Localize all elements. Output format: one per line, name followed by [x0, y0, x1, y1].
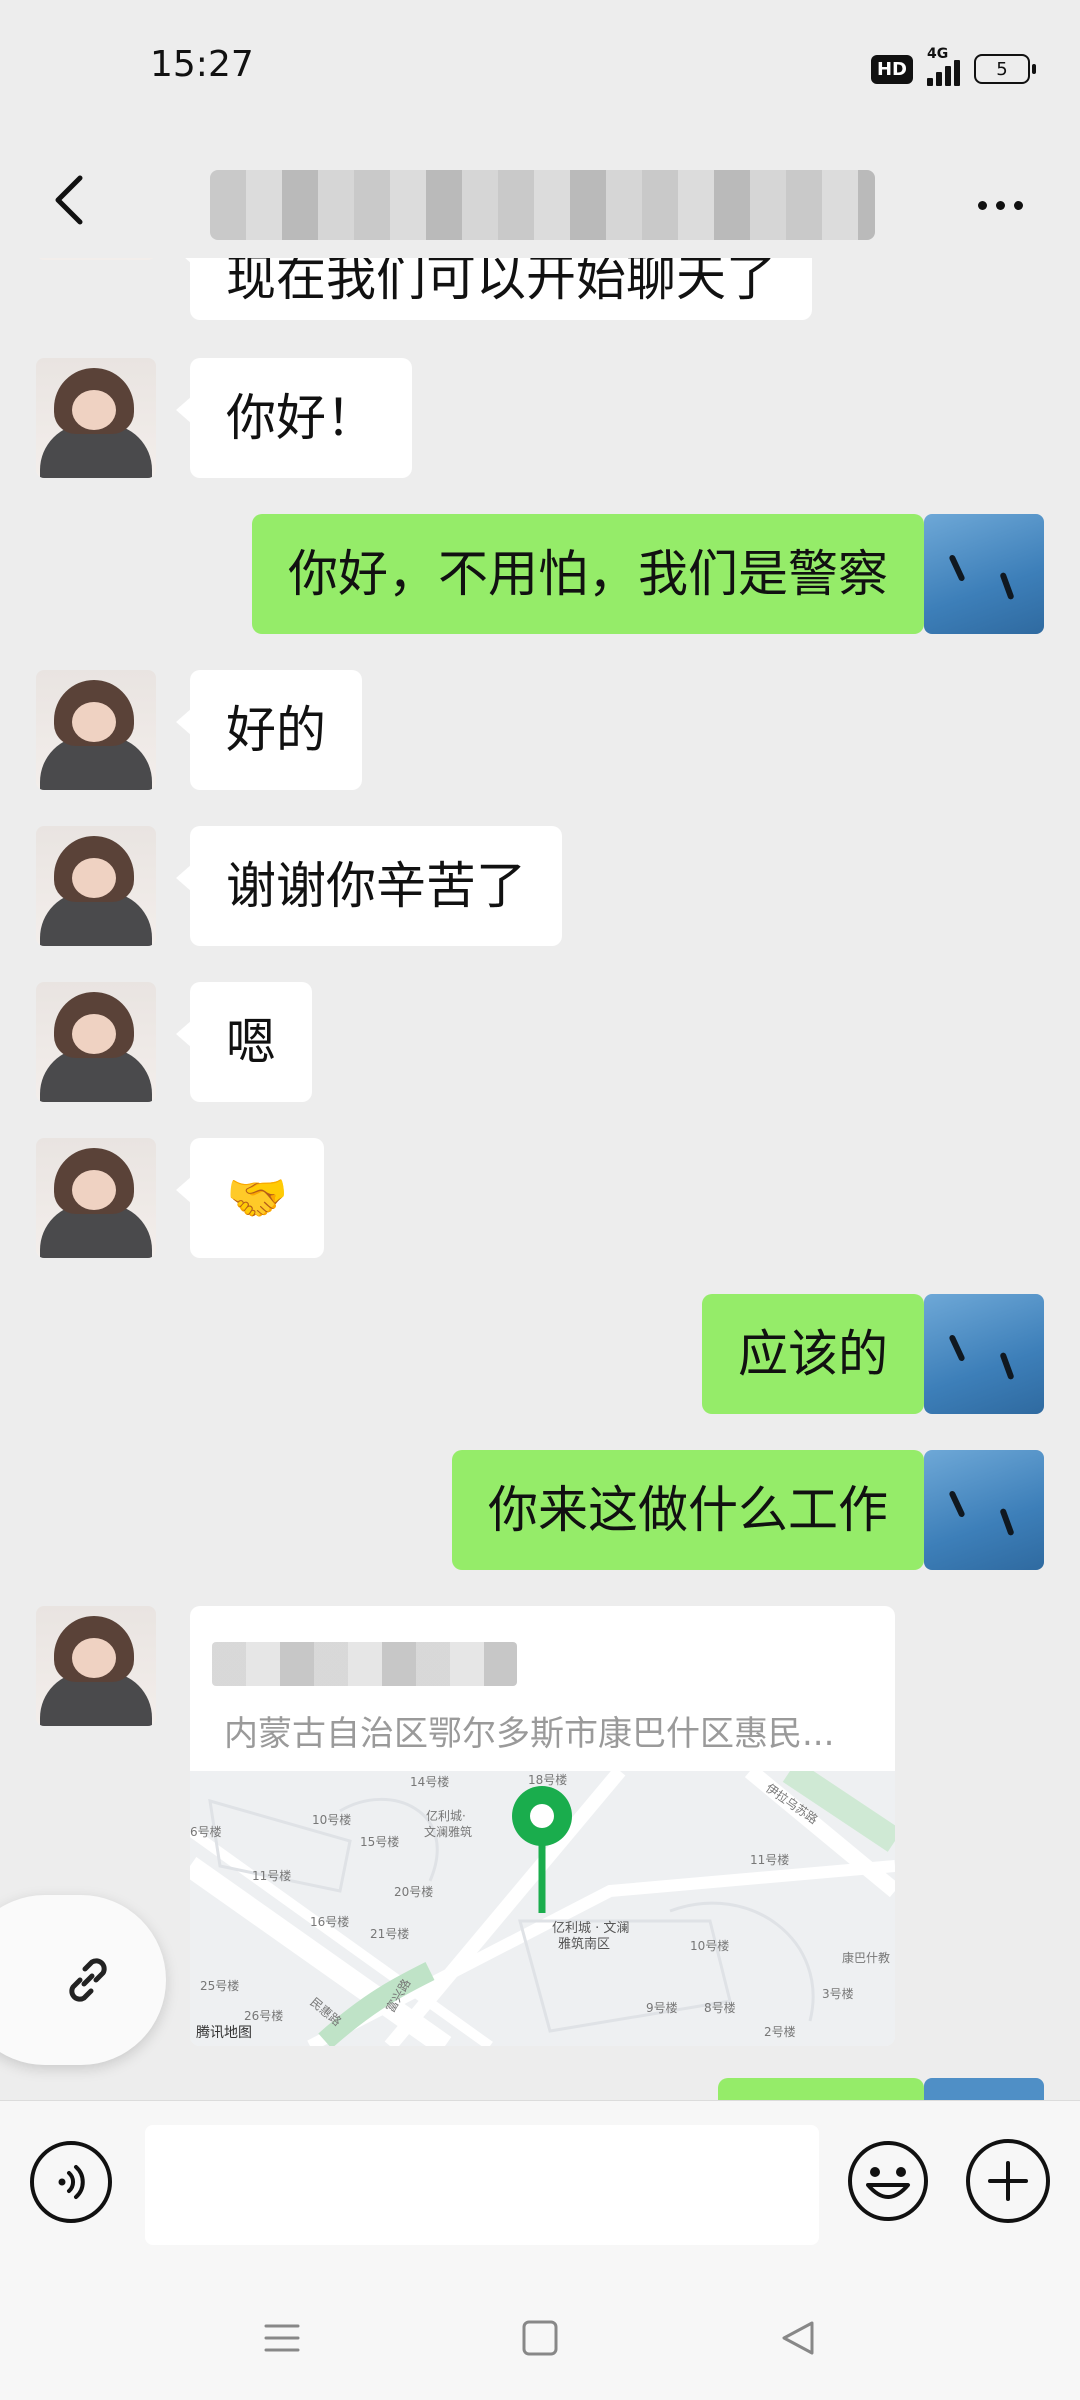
map-label: 15号楼 [360, 1835, 400, 1849]
battery-level: 5 [996, 58, 1008, 80]
map-label: 18号楼 [528, 1773, 568, 1787]
location-address: 内蒙古自治区鄂尔多斯市康巴什区惠民... [224, 1714, 835, 1754]
message-bubble-outgoing-partial[interactable] [718, 2078, 924, 2100]
location-name-redacted [212, 1642, 517, 1686]
emoji-button[interactable] [846, 2139, 930, 2223]
map-label: 6号楼 [190, 1825, 222, 1839]
message-bubble-incoming[interactable]: 谢谢你辛苦了 [176, 826, 562, 946]
status-bar: 15:27 HD 4G 5 [0, 0, 1080, 140]
link-icon [69, 1958, 107, 2002]
map-label: 3号楼 [822, 1987, 854, 2001]
status-icons: HD 4G 5 [870, 46, 1036, 86]
more-functions-button[interactable] [966, 2139, 1050, 2223]
chevron-left-icon [55, 175, 83, 225]
signal-icon: 4G [927, 46, 960, 86]
message-bubble-incoming[interactable]: 嗯 [176, 982, 312, 1102]
emoji-icon [848, 2141, 928, 2221]
message-bubble-outgoing[interactable]: 你好，不用怕，我们是警察 [252, 514, 938, 634]
contact-avatar[interactable] [36, 1606, 156, 1726]
status-time: 15:27 [150, 44, 254, 85]
menu-icon [264, 2324, 300, 2352]
system-home-button[interactable] [510, 2310, 570, 2366]
location-message-card[interactable]: 内蒙古自治区鄂尔多斯市康巴什区惠民... 14号楼 18号楼 10号楼 亿利城·… [190, 1606, 895, 2046]
contact-avatar[interactable] [36, 358, 156, 478]
message-bubble-incoming[interactable]: 好的 [176, 670, 362, 790]
back-button[interactable] [30, 160, 110, 240]
map-label: 20号楼 [394, 1885, 434, 1899]
user-avatar[interactable] [924, 1450, 1044, 1570]
map-label: 21号楼 [370, 1927, 410, 1941]
map-label: 14号楼 [410, 1775, 450, 1789]
user-avatar[interactable] [924, 514, 1044, 634]
map-label: 11号楼 [252, 1869, 292, 1883]
message-input-bar [0, 2100, 1080, 2271]
message-bubble-outgoing[interactable]: 你来这做什么工作 [452, 1450, 938, 1570]
map-label: 康巴什教 [842, 1951, 891, 1965]
system-navigation-bar [0, 2270, 1080, 2400]
map-label: 11号楼 [750, 1853, 790, 1867]
message-bubble-outgoing[interactable]: 应该的 [702, 1294, 938, 1414]
map-credit: 腾讯地图 [196, 2025, 252, 2041]
contact-avatar[interactable] [36, 982, 156, 1102]
map-label: 雅筑南区 [558, 1937, 611, 1952]
voice-button[interactable] [30, 2141, 112, 2223]
message-bubble-emoji[interactable]: 🤝 [175, 1138, 325, 1258]
location-map-preview[interactable]: 14号楼 18号楼 10号楼 亿利城· 文澜雅筑 6号楼 15号楼 11号楼 2… [190, 1771, 895, 2046]
system-menu-button[interactable] [252, 2310, 312, 2366]
message-bubble-incoming[interactable]: 你好！ [176, 358, 412, 478]
chat-title-redacted [210, 170, 875, 240]
more-horizontal-icon [977, 200, 987, 210]
user-avatar[interactable] [924, 1294, 1044, 1414]
hd-badge: HD [870, 54, 913, 84]
map-label: 9号楼 [646, 2001, 678, 2015]
contact-avatar[interactable] [36, 826, 156, 946]
chat-header [0, 140, 1080, 260]
system-back-button[interactable] [768, 2310, 828, 2366]
more-button[interactable] [960, 170, 1040, 240]
message-bubble-incoming[interactable]: 现在我们可以开始聊天了 [176, 258, 812, 320]
link-floating-button[interactable] [0, 1895, 166, 2065]
contact-avatar[interactable] [36, 670, 156, 790]
chat-message-list[interactable]: 现在我们可以开始聊天了 你好！ 你好，不用怕，我们是警察 好的 谢谢你辛苦了 嗯… [0, 258, 1080, 2100]
map-label: 亿利城· [426, 1809, 466, 1823]
back-triangle-icon [782, 2321, 814, 2355]
map-label: 16号楼 [310, 1915, 350, 1929]
user-avatar[interactable] [924, 2078, 1044, 2100]
map-label: 10号楼 [312, 1813, 352, 1827]
battery-icon: 5 [974, 54, 1036, 84]
map-label: 25号楼 [200, 1979, 240, 1993]
contact-avatar[interactable] [36, 1138, 156, 1258]
contact-avatar[interactable] [36, 258, 156, 260]
home-square-icon [522, 2320, 558, 2356]
voice-icon [58, 2165, 85, 2199]
map-label: 2号楼 [764, 2025, 796, 2039]
map-label: 8号楼 [704, 2001, 736, 2015]
network-type-label: 4G [927, 46, 949, 62]
map-label: 10号楼 [690, 1939, 730, 1953]
message-text-input[interactable] [145, 2125, 819, 2245]
map-label: 文澜雅筑 [424, 1825, 473, 1839]
plus-circle-icon [988, 2161, 1028, 2201]
